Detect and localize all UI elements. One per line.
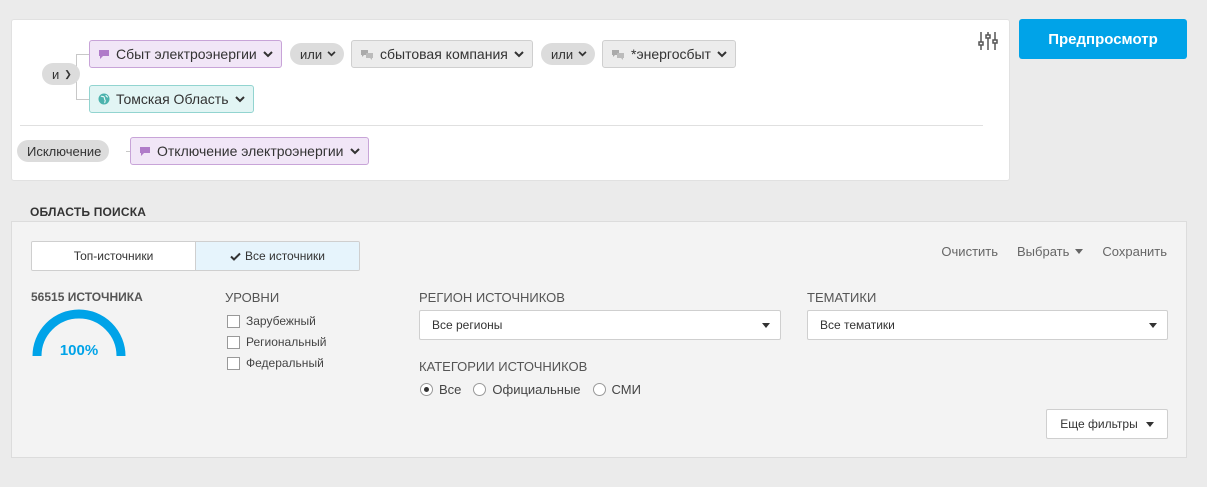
radio-media[interactable]: СМИ xyxy=(592,382,641,397)
speech-bubble-icon xyxy=(140,146,150,156)
keyword-tag-label: Сбыт электроэнергии xyxy=(116,46,257,62)
checkbox-box[interactable] xyxy=(227,314,240,328)
speech-bubbles-icon xyxy=(361,49,373,60)
tab-top-sources[interactable]: Топ-источники xyxy=(32,242,195,270)
globe-icon xyxy=(98,93,110,105)
radio-label: Все xyxy=(439,382,462,397)
levels-title: УРОВНИ xyxy=(225,290,280,305)
chevron-down-icon xyxy=(578,51,587,57)
caret-down-icon xyxy=(1145,421,1154,427)
tab-label: Топ-источники xyxy=(73,249,154,263)
exclusion-label: Исключение xyxy=(17,140,110,162)
radio-button[interactable] xyxy=(592,383,606,396)
checkbox-label: Зарубежный xyxy=(246,314,316,328)
preview-button[interactable]: Предпросмотр xyxy=(1019,19,1187,59)
checkbox-label: Федеральный xyxy=(246,356,324,370)
save-link[interactable]: Сохранить xyxy=(1102,244,1167,259)
divider xyxy=(20,125,983,126)
chevron-down-icon xyxy=(263,50,273,57)
and-operator[interactable]: и ❯ xyxy=(42,63,80,85)
radio-button[interactable] xyxy=(420,383,433,396)
region-title: РЕГИОН ИСТОЧНИКОВ xyxy=(419,290,565,305)
sliders-settings-icon[interactable] xyxy=(977,30,999,52)
radio-button[interactable] xyxy=(473,383,487,396)
search-area-panel: Топ-источники Все источники Очистить Выб… xyxy=(11,221,1187,458)
radio-label: Официальные xyxy=(492,382,581,397)
categories-title: КАТЕГОРИИ ИСТОЧНИКОВ xyxy=(419,359,588,374)
or-operator[interactable]: или xyxy=(290,43,345,65)
chevron-down-icon xyxy=(514,50,524,57)
exclusion-tag-label: Отключение электроэнергии xyxy=(157,143,344,159)
exclusion-label-text: Исключение xyxy=(27,143,102,159)
caret-down-icon xyxy=(762,322,770,328)
topics-select[interactable]: Все тематики xyxy=(807,310,1168,340)
checkbox-label: Региональный xyxy=(246,335,327,349)
speech-bubble-icon xyxy=(99,49,109,59)
level-checkbox-foreign[interactable]: Зарубежный xyxy=(227,314,326,328)
or-operator[interactable]: или xyxy=(541,43,596,65)
search-area-title: ОБЛАСТЬ ПОИСКА xyxy=(30,205,147,219)
region-tag[interactable]: Томская Область xyxy=(89,85,254,113)
panel-actions: Очистить Выбрать Сохранить xyxy=(941,244,1167,259)
keyword-tag-label: сбытовая компания xyxy=(380,46,508,62)
query-builder: и ❯ Сбыт электроэнергии или сбытовая ком… xyxy=(11,19,1010,181)
caret-down-icon xyxy=(1075,249,1084,254)
more-filters-label: Еще фильтры xyxy=(1060,417,1138,431)
gauge-value: 100% xyxy=(60,342,98,359)
topics-title: ТЕМАТИКИ xyxy=(807,290,877,305)
region-select-value: Все регионы xyxy=(432,318,503,332)
level-checkbox-federal[interactable]: Федеральный xyxy=(227,356,326,370)
exclusion-tag[interactable]: Отключение электроэнергии xyxy=(130,137,369,165)
clear-link[interactable]: Очистить xyxy=(941,244,998,259)
radio-official[interactable]: Официальные xyxy=(473,382,581,397)
caret-down-icon xyxy=(1149,322,1157,328)
source-scope-toggle: Топ-источники Все источники xyxy=(31,241,360,271)
chevron-down-icon xyxy=(327,51,336,57)
and-operator-label: и xyxy=(52,66,60,82)
region-select[interactable]: Все регионы xyxy=(419,310,781,340)
sources-count: 56515 ИСТОЧНИКА xyxy=(31,290,143,304)
select-label: Выбрать xyxy=(1017,244,1070,259)
chevron-down-icon xyxy=(349,147,360,154)
keyword-tag[interactable]: *энергосбыт xyxy=(602,40,736,68)
radio-all[interactable]: Все xyxy=(420,382,461,397)
or-operator-label: или xyxy=(300,46,323,62)
check-icon xyxy=(230,252,241,261)
speech-bubbles-icon xyxy=(612,49,624,60)
keyword-tag-label: *энергосбыт xyxy=(631,46,711,62)
categories-radio-group: Все Официальные СМИ xyxy=(420,382,641,397)
checkbox-box[interactable] xyxy=(227,356,240,370)
checkbox-box[interactable] xyxy=(227,335,240,349)
chevron-down-icon xyxy=(717,50,727,57)
topics-select-value: Все тематики xyxy=(820,318,895,332)
select-dropdown[interactable]: Выбрать xyxy=(1017,244,1084,259)
levels-list: Зарубежный Региональный Федеральный xyxy=(227,314,326,370)
chevron-down-icon xyxy=(234,95,245,102)
chevron-down-icon: ❯ xyxy=(64,68,72,79)
radio-label: СМИ xyxy=(611,382,641,397)
tab-all-sources[interactable]: Все источники xyxy=(195,242,359,270)
keyword-tag[interactable]: Сбыт электроэнергии xyxy=(89,40,282,68)
tab-label: Все источники xyxy=(244,249,326,263)
coverage-gauge: 100% xyxy=(32,309,126,359)
keyword-tag[interactable]: сбытовая компания xyxy=(351,40,533,68)
or-operator-label: или xyxy=(551,46,574,62)
more-filters-button[interactable]: Еще фильтры xyxy=(1046,409,1168,439)
level-checkbox-regional[interactable]: Региональный xyxy=(227,335,326,349)
region-tag-label: Томская Область xyxy=(116,91,229,107)
